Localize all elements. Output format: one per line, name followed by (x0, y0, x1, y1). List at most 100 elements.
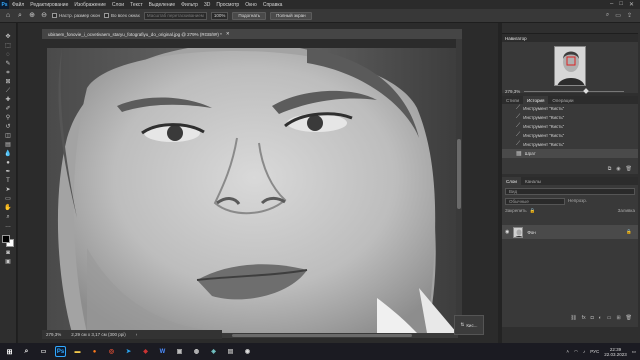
status-zoom[interactable]: 279,3% (46, 332, 61, 337)
eye-icon[interactable]: ◉ (505, 229, 509, 235)
healing-brush-tool-icon[interactable]: ✚ (3, 96, 14, 104)
camera-icon[interactable]: ◉ (616, 166, 620, 174)
history-item[interactable]: ⟋ Инструмент "Кисть" (502, 140, 638, 149)
close-icon[interactable]: ✕ (629, 1, 634, 8)
horizontal-scroll-thumb[interactable] (232, 334, 412, 337)
zoom-out-icon[interactable]: ⊖ (40, 12, 48, 20)
file-explorer-icon[interactable]: ▬ (72, 346, 83, 357)
zoom-in-icon[interactable]: ⊕ (28, 12, 36, 20)
adjustment-layer-icon[interactable]: ◐ (599, 315, 602, 323)
eyedropper-tool-icon[interactable]: ⟋ (3, 87, 14, 95)
menu-filter[interactable]: Фильтр (178, 2, 201, 8)
lock-icon[interactable]: 🔒 (530, 208, 536, 214)
app-icon[interactable]: ▤ (225, 346, 236, 357)
marquee-tool-icon[interactable]: ⬚ (3, 42, 14, 50)
menu-window[interactable]: Окно (242, 2, 260, 8)
scrubby-zoom-field[interactable]: Масштаб перетаскиванием (143, 11, 207, 20)
telegram-icon[interactable]: ➤ (123, 346, 134, 357)
trash-icon[interactable]: 🗑 (626, 166, 632, 174)
hand-tool-icon[interactable]: ✋ (3, 204, 14, 212)
add-mask-icon[interactable]: ◘ (591, 315, 594, 323)
chevron-right-icon[interactable]: › (136, 332, 138, 337)
all-windows-checkbox[interactable]: Во всех окнах (103, 13, 140, 18)
vertical-scrollbar[interactable] (456, 39, 462, 334)
color-swatches[interactable] (1, 234, 15, 248)
screen-mode-icon[interactable]: ▣ (3, 258, 14, 266)
firefox-icon[interactable]: ● (89, 346, 100, 357)
navigator-zoom[interactable]: 279,3% (505, 89, 520, 94)
quick-mask-icon[interactable]: ◙ (3, 249, 14, 257)
app-icon[interactable]: ◍ (191, 346, 202, 357)
volume-icon[interactable]: ♪ (583, 349, 585, 354)
fill-screen-button[interactable]: Полный экран (270, 11, 312, 20)
layer-filter-field[interactable]: Вид (505, 188, 635, 195)
clock[interactable]: 22:39 22.03.2023 (604, 347, 627, 357)
home-icon[interactable]: ⌂ (4, 12, 12, 20)
tab-styles[interactable]: Стили (502, 96, 523, 104)
history-item[interactable]: ⟋ Инструмент "Кисть" (502, 122, 638, 131)
quick-select-tool-icon[interactable]: ✎ (3, 60, 14, 68)
resize-windows-checkbox[interactable]: Настр. размер окон (52, 13, 100, 18)
zoom-tool-icon[interactable]: ⌕ (16, 12, 24, 20)
photo-canvas[interactable] (47, 48, 457, 333)
menu-select[interactable]: Выделение (146, 2, 179, 8)
word-icon[interactable]: W (157, 346, 168, 357)
task-view-icon[interactable]: ▭ (38, 346, 49, 357)
frame-tool-icon[interactable]: ⊠ (3, 78, 14, 86)
lasso-tool-icon[interactable]: ◌ (3, 51, 14, 59)
menu-view[interactable]: Просмотр (213, 2, 242, 8)
gradient-tool-icon[interactable]: ▤ (3, 141, 14, 149)
menu-type[interactable]: Текст (127, 2, 146, 8)
search-icon[interactable]: ⌕ (606, 12, 609, 19)
tab-history[interactable]: История (522, 96, 549, 104)
new-document-from-state-icon[interactable]: ⧉ (608, 166, 612, 174)
fit-screen-button[interactable]: Подогнать (232, 11, 267, 20)
workspace-icon[interactable]: ▭ (615, 12, 621, 19)
trash-icon[interactable]: 🗑 (626, 315, 632, 323)
new-layer-icon[interactable]: ⊞ (616, 315, 620, 323)
menu-file[interactable]: Файл (9, 2, 27, 8)
menu-edit[interactable]: Редактирование (27, 2, 71, 8)
pen-tool-icon[interactable]: ✒ (3, 168, 14, 176)
close-tab-icon[interactable]: ✕ (226, 31, 230, 37)
app-icon[interactable]: ◉ (242, 346, 253, 357)
menu-3d[interactable]: 3D (201, 2, 213, 8)
menu-help[interactable]: Справка (260, 2, 286, 8)
type-tool-icon[interactable]: T (3, 177, 14, 185)
dodge-tool-icon[interactable]: ● (3, 159, 14, 167)
history-brush-tool-icon[interactable]: ↺ (3, 123, 14, 131)
move-tool-icon[interactable]: ✥ (3, 33, 14, 41)
crop-tool-icon[interactable]: ⌗ (3, 69, 14, 77)
photoshop-taskbar-icon[interactable]: Ps (55, 346, 66, 357)
more-tools-icon[interactable]: … (3, 222, 14, 230)
blend-mode-select[interactable]: Обычные (505, 198, 565, 205)
tray-chevron-icon[interactable]: ˄ (566, 349, 569, 354)
zoom-tool-icon[interactable]: ⌕ (3, 213, 14, 221)
history-item[interactable]: ⟋ Инструмент "Кисть" (502, 131, 638, 140)
navigator-thumbnail[interactable] (554, 46, 586, 86)
layer-row[interactable]: ◉ Фон 🔒 (502, 225, 638, 239)
menu-layers[interactable]: Слои (109, 2, 127, 8)
network-icon[interactable]: ◠ (574, 349, 578, 355)
clone-stamp-tool-icon[interactable]: ⚲ (3, 114, 14, 122)
app-icon[interactable]: ◈ (208, 346, 219, 357)
fx-icon[interactable]: fx (582, 315, 586, 323)
tab-layers[interactable]: Слои (502, 177, 521, 185)
minimize-icon[interactable]: – (610, 1, 613, 8)
brush-tool-icon[interactable]: ✐ (3, 105, 14, 113)
foreground-color-swatch[interactable] (2, 235, 10, 243)
search-icon[interactable]: ⌕ (21, 346, 32, 357)
eraser-tool-icon[interactable]: ◫ (3, 132, 14, 140)
new-group-icon[interactable]: ▭ (607, 315, 612, 323)
path-select-tool-icon[interactable]: ➤ (3, 186, 14, 194)
document-tab[interactable]: ubiraem_fonovie_i_ocvetivaem_staryu_foto… (42, 29, 462, 39)
language-indicator[interactable]: РУС (590, 349, 599, 354)
tab-actions[interactable]: Операции (548, 96, 577, 104)
brush-preset-float[interactable]: ⇅ Кис... (454, 315, 484, 335)
blur-tool-icon[interactable]: 💧 (3, 150, 14, 158)
link-layers-icon[interactable]: ⛓ (570, 315, 576, 323)
start-icon[interactable]: ⊞ (4, 346, 15, 357)
share-icon[interactable]: ⇪ (627, 12, 632, 19)
history-item[interactable]: ⟋ Инструмент "Кисть" (502, 113, 638, 122)
slider-knob[interactable] (583, 88, 589, 94)
